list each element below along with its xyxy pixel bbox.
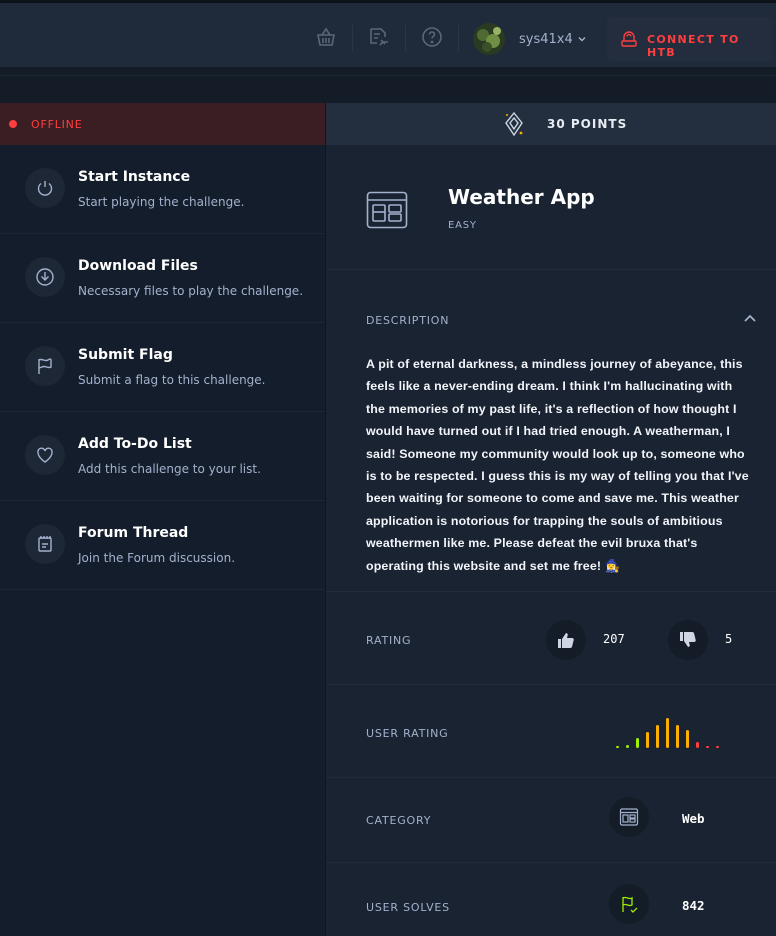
heart-icon-wrap [25,435,65,475]
action-subtitle: Submit a flag to this challenge. [78,373,266,387]
power-icon [37,181,53,196]
points-diamond-icon [505,111,523,137]
subheader-strip [0,67,776,103]
action-title: Forum Thread [78,525,189,541]
user-solves-label: USER SOLVES [366,901,450,914]
toolbar-separator [352,25,353,51]
difficulty-label: EASY [448,220,477,231]
forum-thread-button[interactable]: Forum Thread Join the Forum discussion. [0,501,325,590]
rating-label: RATING [366,634,412,647]
submit-flag-button[interactable]: Submit Flag Submit a flag to this challe… [0,323,325,412]
download-icon-wrap [25,257,65,297]
forum-icon [38,536,52,552]
challenge-actions-panel: OFFLINE Start Instance Start playing the… [0,103,325,936]
user-rating-bar [656,725,659,748]
help-icon[interactable] [420,25,444,49]
top-navigation-bar: sys41x4 CONNECT TO HTB [0,3,776,67]
user-rating-bar [616,746,619,748]
thumbs-up-icon [558,633,574,648]
like-button[interactable] [546,620,586,660]
user-rating-bar [706,746,709,748]
avatar[interactable] [473,23,505,55]
chevron-up-icon[interactable] [743,313,757,323]
add-to-do-list-button[interactable]: Add To-Do List Add this challenge to you… [0,412,325,501]
user-rating-bar [646,732,649,748]
user-rating-label: USER RATING [366,727,449,740]
user-rating-bar [676,725,679,748]
category-icon-wrap [609,797,649,837]
username[interactable]: sys41x4 [519,32,573,47]
user-rating-bar [626,745,629,748]
user-rating-bar [636,738,639,748]
heart-icon [37,447,53,463]
action-subtitle: Necessary files to play the challenge. [78,284,304,298]
description-label: DESCRIPTION [366,314,450,327]
action-title: Submit Flag [78,347,173,363]
points-label: 30 POINTS [547,117,628,131]
likes-count: 207 [603,632,625,646]
thumbs-down-icon [680,632,696,647]
start-instance-button[interactable]: Start Instance Start playing the challen… [0,145,325,234]
web-app-icon [366,191,408,229]
status-dot [9,120,17,128]
action-subtitle: Join the Forum discussion. [78,551,236,565]
user-solves-value: 842 [682,898,705,913]
download-files-button[interactable]: Download Files Necessary files to play t… [0,234,325,323]
user-rating-bar [666,718,669,748]
action-title: Start Instance [78,169,191,185]
forum-icon-wrap [25,524,65,564]
dislike-button[interactable] [668,620,708,660]
page-title: Weather App [448,185,595,209]
download-icon [36,268,54,286]
toolbar-separator [405,25,406,51]
connect-label: CONNECT TO HTB [647,33,740,59]
row-separator [326,591,776,592]
points-bar: 30 POINTS [326,103,776,145]
row-separator [326,777,776,778]
web-category-icon [619,808,639,826]
flag-icon-wrap [25,346,65,386]
user-rating-bar [716,746,719,748]
voucher-icon[interactable] [367,25,391,49]
flag-icon [38,358,52,374]
action-subtitle: Start playing the challenge. [78,195,245,209]
toolbar-separator [458,25,459,51]
status-badge: OFFLINE [0,103,325,145]
challenge-details-panel: 30 POINTS Weather App EASY DESCRIPTION A… [326,103,776,936]
connect-to-htb-button[interactable]: CONNECT TO HTB [607,17,772,61]
solves-icon-wrap [609,884,649,924]
user-rating-bar [686,730,689,748]
action-title: Add To-Do List [78,436,192,452]
vpn-icon [621,31,637,47]
power-icon-wrap [25,168,65,208]
row-separator [326,684,776,685]
row-separator [326,862,776,863]
challenge-description: A pit of eternal darkness, a mindless jo… [366,357,749,573]
action-title: Download Files [78,258,198,274]
user-rating-bar [696,742,699,748]
chevron-down-icon[interactable] [577,34,587,44]
challenge-header: Weather App EASY [326,145,776,270]
dislikes-count: 5 [725,632,733,646]
category-value: Web [682,811,705,826]
user-rating-chart [616,708,719,748]
basket-icon[interactable] [314,25,338,49]
category-label: CATEGORY [366,814,432,827]
solved-flag-icon [622,896,638,913]
status-label: OFFLINE [31,118,83,131]
action-subtitle: Add this challenge to your list. [78,462,261,476]
